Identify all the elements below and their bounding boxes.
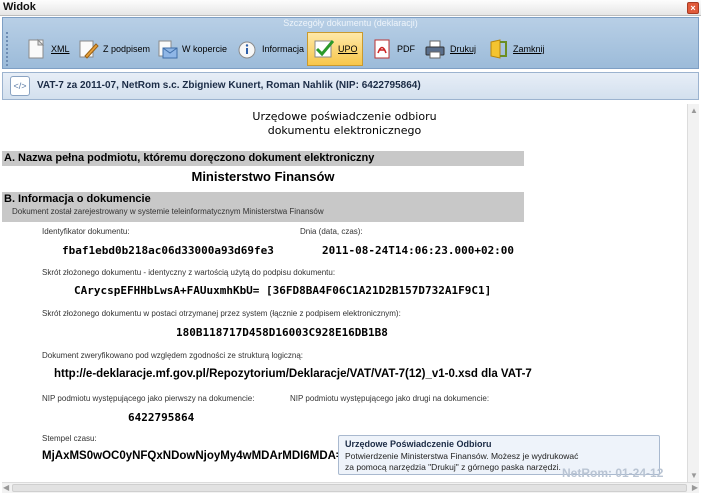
w-kopercie-button[interactable]: W kopercie (156, 32, 227, 66)
drukuj-label: Drukuj (450, 44, 477, 54)
printer-icon (424, 38, 446, 60)
zamknij-label: Zamknij (513, 44, 545, 54)
envelope-icon (156, 38, 178, 60)
upo-label: UPO (338, 44, 358, 54)
upo-button[interactable]: UPO (307, 32, 363, 66)
info-icon (236, 38, 258, 60)
section-b-heading: B. Informacja o dokumencie Dokument zost… (2, 192, 524, 222)
window-titlebar: Widok × (0, 0, 701, 16)
tooltip-title: Urzędowe Poświadczenie Odbioru (345, 439, 492, 449)
pdf-icon (371, 38, 393, 60)
vertical-scrollbar[interactable]: ▲ ▼ (687, 104, 699, 482)
upo-document-view: Urzędowe poświadczenie odbioru dokumentu… (2, 104, 687, 482)
hash-received-label: Skrót złożonego dokumentu w postaci otrz… (42, 309, 401, 318)
scroll-down-icon[interactable]: ▼ (690, 471, 698, 480)
document-icon (25, 38, 47, 60)
horizontal-scrollbar[interactable]: ◀ ▶ (2, 482, 699, 493)
zamknij-button[interactable]: Zamknij (487, 32, 545, 66)
hash-signed-label: Skrót złożonego dokumentu - identyczny z… (42, 268, 336, 277)
registered-note: Dokument został zarejestrowany w systemi… (12, 207, 324, 216)
xml-label: XML (51, 44, 70, 54)
close-window-button[interactable]: × (687, 2, 699, 14)
recipient-name: Ministerstwo Finansów (191, 169, 335, 184)
z-podpisem-button[interactable]: Z podpisem (77, 32, 150, 66)
xml-tag-icon: </> (10, 76, 30, 96)
close-door-icon (487, 38, 509, 60)
document-header: </> VAT-7 za 2011-07, NetRom s.c. Zbigni… (2, 72, 699, 100)
z-podpisem-label: Z podpisem (103, 44, 151, 54)
toolbar: Szczegóły dokumentu (deklaracji) XML Z p… (2, 17, 699, 69)
horizontal-scroll-thumb[interactable] (12, 484, 687, 492)
verified-value: http://e-deklaracje.mf.gov.pl/Repozytori… (54, 368, 532, 380)
nip-first-label: NIP podmiotu występującego jako pierwszy… (42, 394, 255, 403)
pdf-label: PDF (397, 44, 415, 54)
tooltip-line1: Potwierdzenie Ministerstwa Finansów. Moż… (345, 451, 579, 461)
verified-label: Dokument zweryfikowano pod względem zgod… (42, 351, 304, 360)
drukuj-button[interactable]: Drukuj (424, 32, 476, 66)
window-title: Widok (3, 1, 36, 13)
scroll-left-icon[interactable]: ◀ (3, 483, 9, 492)
checkmark-icon (312, 38, 335, 60)
w-kopercie-label: W kopercie (182, 44, 228, 54)
pdf-button[interactable]: PDF (371, 32, 415, 66)
signature-pen-icon (77, 38, 99, 60)
timestamp-value: MjAxMS0wOC0yNFQxNDowNjoyMy4wMDArMDI6MDA= (42, 450, 343, 462)
document-id-label: Identyfikator dokumentu: (42, 227, 130, 236)
hash-signed-value: CArycspEFHHbLwsA+FAUuxmhKbU= [36FD8BA4F0… (74, 284, 492, 297)
nip-first-value: 6422795864 (128, 411, 195, 424)
scroll-up-icon[interactable]: ▲ (690, 106, 698, 115)
timestamp-label: Stempel czasu: (42, 434, 97, 443)
document-header-text: VAT-7 za 2011-07, NetRom s.c. Zbigniew K… (37, 80, 421, 91)
date-value: 2011-08-24T14:06:23.000+02:00 (322, 244, 515, 257)
toolbar-caption: Szczegóły dokumentu (deklaracji) (283, 18, 418, 28)
informacja-label: Informacja (262, 44, 305, 54)
informacja-button[interactable]: Informacja (236, 32, 304, 66)
hash-received-value: 180B118717D458D16003C928E16DB1B8 (176, 326, 388, 339)
xml-button[interactable]: XML (25, 32, 70, 66)
scroll-right-icon[interactable]: ▶ (692, 483, 698, 492)
section-a-heading: A. Nazwa pełna podmiotu, któremu doręczo… (2, 151, 524, 166)
date-label: Dnia (data, czas): (300, 227, 363, 236)
section-b-title: B. Informacja o dokumencie (4, 193, 151, 205)
watermark: NetRom: 01-24-12 (562, 466, 664, 480)
toolbar-grip[interactable] (6, 32, 10, 66)
upo-title-line2: dokumentu elektronicznego (267, 124, 422, 137)
document-id-value: fbaf1ebd0b218ac06d33000a93d69fe3 (62, 244, 274, 257)
upo-title-line1: Urzędowe poświadczenie odbioru (252, 110, 437, 123)
nip-second-label: NIP podmiotu występującego jako drugi na… (290, 394, 490, 403)
